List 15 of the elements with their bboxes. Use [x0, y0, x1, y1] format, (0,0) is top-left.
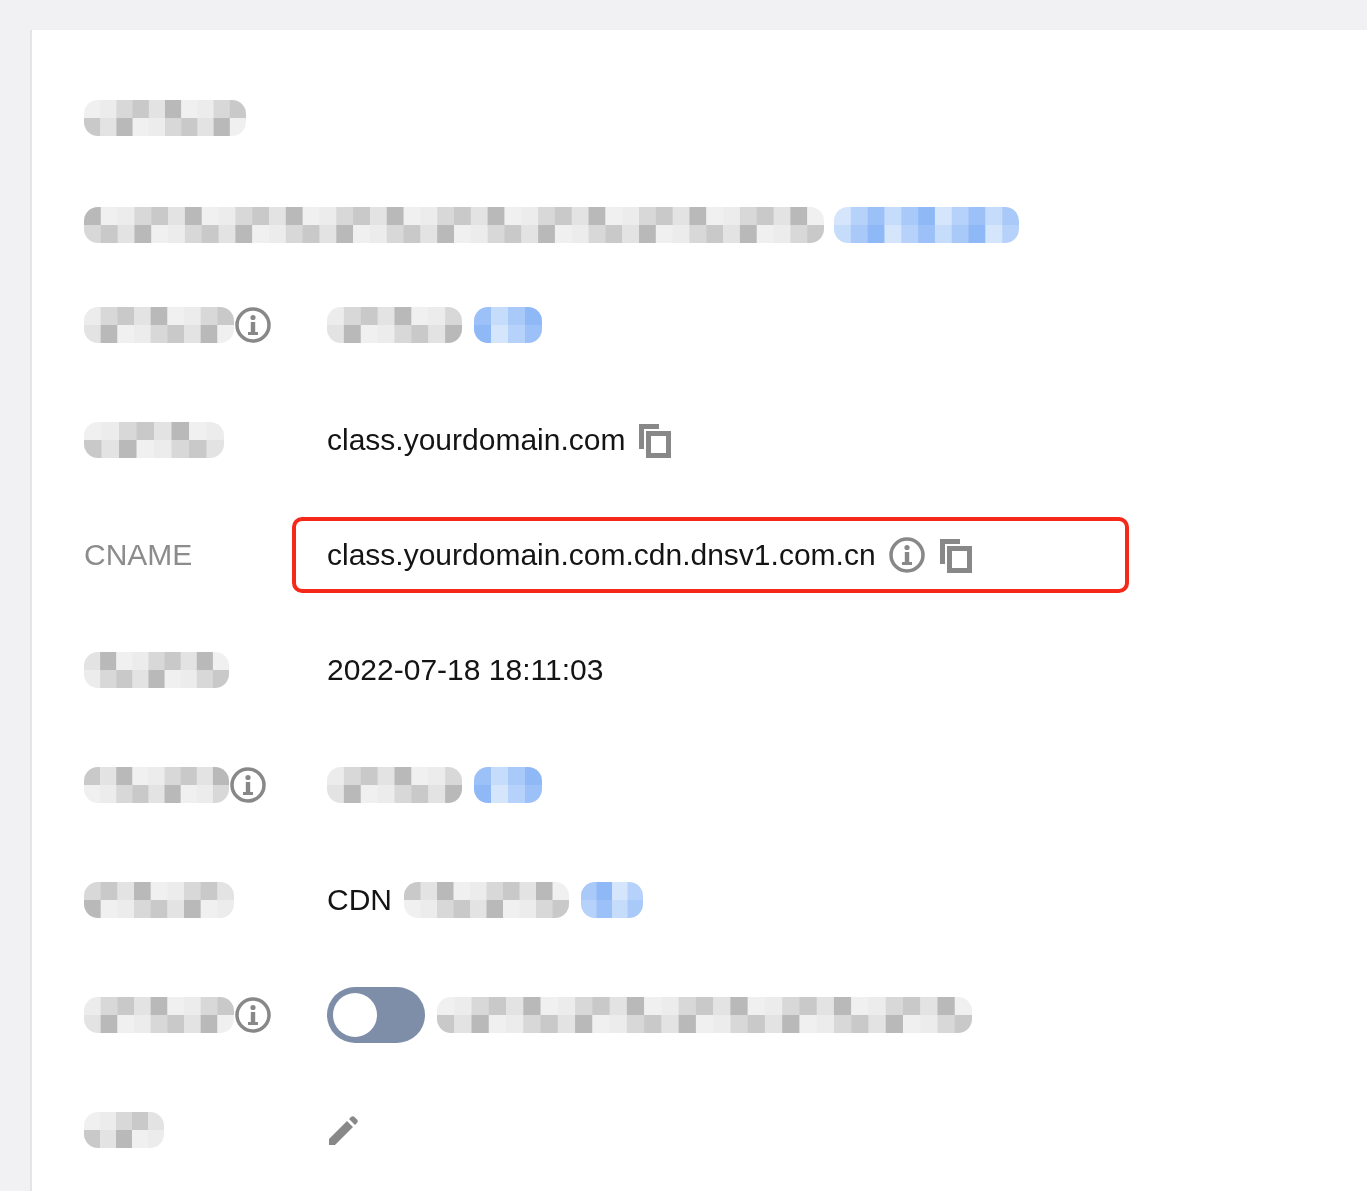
copy-icon[interactable] — [937, 536, 972, 573]
copy-icon[interactable] — [637, 421, 672, 458]
redacted-link[interactable] — [474, 766, 542, 803]
field-value: class.yourdomain.com.cdn.dnsv1.com.cn — [327, 537, 876, 572]
redacted-link[interactable] — [581, 881, 643, 918]
info-icon[interactable] — [234, 995, 272, 1034]
redacted-link[interactable] — [834, 207, 1019, 243]
field-value: 2022-07-18 18:11:03 — [327, 652, 604, 687]
info-icon[interactable] — [234, 305, 272, 344]
field-label: CNAME — [84, 537, 193, 572]
redacted-link[interactable] — [474, 306, 542, 343]
info-icon[interactable] — [887, 535, 926, 574]
info-icon[interactable] — [229, 765, 267, 804]
field-value: class.yourdomain.com — [327, 422, 626, 457]
field-value: CDN — [327, 882, 392, 917]
